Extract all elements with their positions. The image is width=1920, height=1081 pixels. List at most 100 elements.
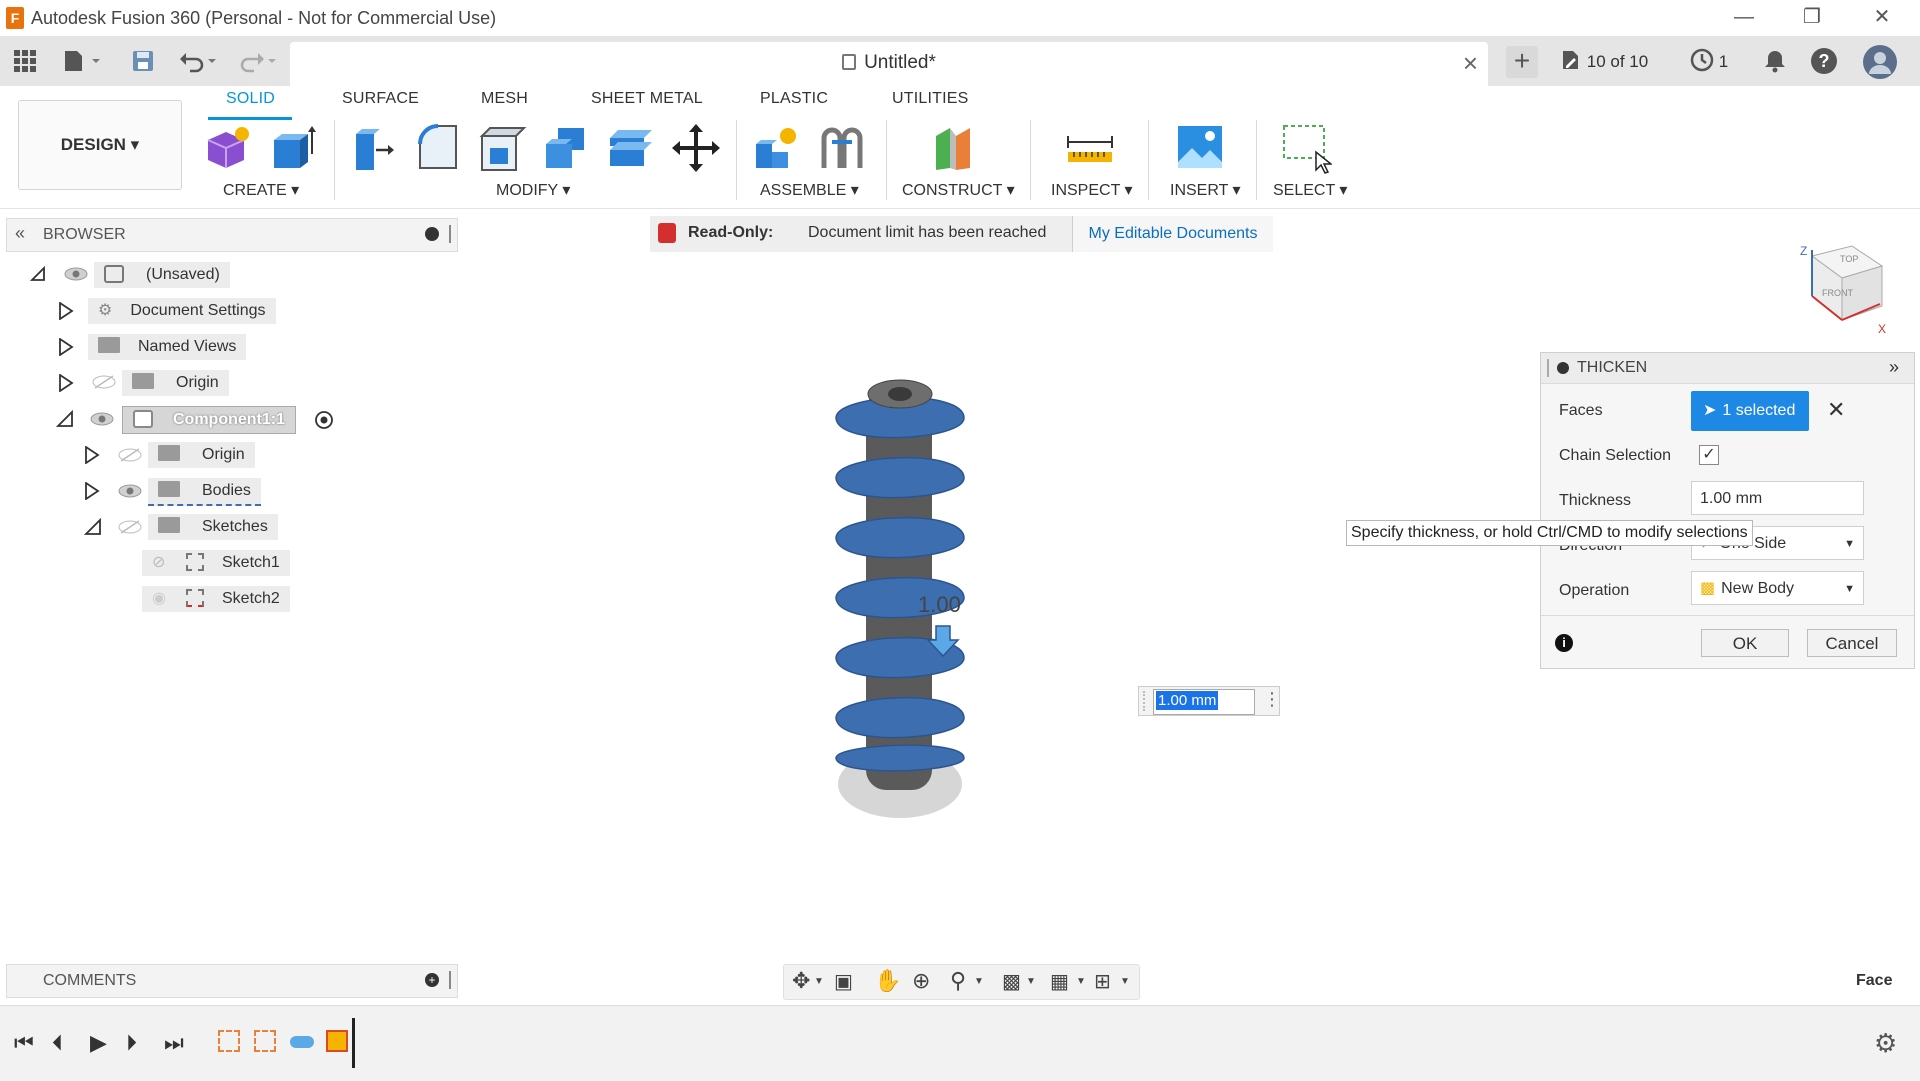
play-icon[interactable]: ▶ bbox=[90, 1030, 107, 1056]
joint-icon[interactable] bbox=[816, 122, 868, 174]
save-icon[interactable] bbox=[128, 46, 158, 76]
display-settings-icon[interactable]: ▩ bbox=[1002, 969, 1021, 994]
expand-triangle-icon[interactable] bbox=[58, 374, 74, 392]
expand-dialog-icon[interactable]: » bbox=[1889, 357, 1899, 378]
fillet-icon[interactable] bbox=[412, 122, 464, 174]
inspect-menu[interactable]: INSPECT ▾ bbox=[1051, 180, 1133, 200]
thickness-input[interactable]: 1.00 mm bbox=[1691, 481, 1864, 515]
document-tab[interactable]: Untitled* × bbox=[290, 42, 1488, 86]
bell-icon[interactable] bbox=[1762, 48, 1788, 79]
view-cube[interactable]: TOP FRONT Z X bbox=[1792, 236, 1892, 336]
expand-triangle-icon[interactable] bbox=[58, 302, 74, 320]
fit-dropdown-icon[interactable]: ▼ bbox=[974, 976, 984, 987]
restore-button[interactable]: ❐ bbox=[1782, 0, 1842, 36]
display-dropdown-icon[interactable]: ▼ bbox=[1026, 976, 1036, 987]
browser-origin[interactable]: Origin bbox=[122, 370, 229, 396]
help-icon[interactable]: ? bbox=[1810, 47, 1838, 80]
faces-selection-button[interactable]: ➤ 1 selected bbox=[1691, 391, 1809, 431]
insert-image-icon[interactable] bbox=[1174, 122, 1226, 174]
comments-pin-icon[interactable] bbox=[449, 971, 451, 989]
go-to-start-icon[interactable]: ⏮ bbox=[14, 1030, 34, 1056]
dialog-collapse-icon[interactable] bbox=[1557, 362, 1569, 374]
operation-dropdown[interactable]: ▩ New Body ▼ bbox=[1691, 571, 1864, 605]
undo-icon[interactable] bbox=[176, 46, 220, 76]
combine-icon[interactable] bbox=[540, 122, 592, 174]
collapse-triangle-icon[interactable] bbox=[30, 266, 46, 282]
user-avatar[interactable] bbox=[1862, 44, 1898, 85]
browser-root[interactable]: (Unsaved) bbox=[94, 262, 230, 288]
document-count[interactable]: 10 of 10 bbox=[1560, 48, 1648, 76]
timeline-sketch2-icon[interactable] bbox=[254, 1030, 276, 1052]
tab-plastic[interactable]: PLASTIC bbox=[760, 90, 828, 114]
activate-component-icon[interactable] bbox=[314, 410, 334, 430]
eye-hidden-icon[interactable] bbox=[92, 374, 116, 390]
move-icon[interactable] bbox=[670, 122, 722, 174]
orbit-icon[interactable]: ✥ bbox=[792, 968, 810, 994]
minimize-button[interactable]: — bbox=[1714, 0, 1774, 36]
close-tab-icon[interactable]: × bbox=[1463, 48, 1478, 79]
cancel-button[interactable]: Cancel bbox=[1807, 629, 1897, 657]
tab-mesh[interactable]: MESH bbox=[481, 90, 528, 114]
browser-named-views[interactable]: Named Views bbox=[88, 334, 247, 360]
extrude-icon[interactable] bbox=[266, 122, 318, 174]
new-component-assemble-icon[interactable] bbox=[750, 122, 802, 174]
collapse-triangle-icon[interactable] bbox=[84, 518, 102, 536]
redo-icon[interactable] bbox=[236, 46, 280, 76]
close-window-button[interactable]: ✕ bbox=[1852, 0, 1912, 36]
offset-plane-icon[interactable] bbox=[930, 122, 982, 174]
chain-selection-checkbox[interactable]: ✓ bbox=[1699, 445, 1719, 465]
select-icon[interactable] bbox=[1280, 122, 1334, 174]
press-pull-icon[interactable] bbox=[348, 122, 400, 174]
eye-icon[interactable] bbox=[90, 411, 114, 427]
clear-selection-icon[interactable]: ✕ bbox=[1827, 397, 1845, 423]
expand-triangle-icon[interactable] bbox=[58, 338, 74, 356]
job-status[interactable]: 1 bbox=[1690, 48, 1728, 76]
eye-hidden-icon[interactable] bbox=[118, 519, 142, 535]
eye-hidden-icon[interactable] bbox=[118, 447, 142, 463]
ok-button[interactable]: OK bbox=[1701, 629, 1789, 657]
modify-menu[interactable]: MODIFY ▾ bbox=[496, 180, 570, 200]
collapse-browser-icon[interactable]: « bbox=[15, 223, 25, 244]
create-menu[interactable]: CREATE ▾ bbox=[223, 180, 299, 200]
viewports-icon[interactable]: ⊞ bbox=[1094, 969, 1111, 994]
grid-dropdown-icon[interactable]: ▼ bbox=[1076, 976, 1086, 987]
grid-settings-icon[interactable]: ▦ bbox=[1050, 969, 1069, 994]
step-forward-icon[interactable]: ⏵ bbox=[126, 1030, 137, 1056]
browser-minimize-icon[interactable] bbox=[425, 227, 439, 241]
browser-sketch2[interactable]: ◉ Sketch2 bbox=[142, 586, 290, 612]
browser-sketch1[interactable]: ⊘ Sketch1 bbox=[142, 550, 290, 576]
fit-icon[interactable]: ⚲ bbox=[950, 968, 966, 994]
my-editable-documents-link[interactable]: My Editable Documents bbox=[1072, 216, 1273, 252]
go-to-end-icon[interactable]: ⏭ bbox=[164, 1030, 184, 1056]
look-at-icon[interactable]: ▣ bbox=[834, 969, 853, 994]
orbit-dropdown-icon[interactable]: ▼ bbox=[814, 976, 824, 987]
viewports-dropdown-icon[interactable]: ▼ bbox=[1120, 976, 1130, 987]
browser-component[interactable]: Component1:1 bbox=[122, 406, 296, 434]
browser-bodies[interactable]: Bodies bbox=[148, 478, 261, 506]
timeline-settings-gear-icon[interactable]: ⚙ bbox=[1874, 1028, 1897, 1059]
grid-icon[interactable] bbox=[10, 46, 40, 76]
assemble-menu[interactable]: ASSEMBLE ▾ bbox=[760, 180, 859, 200]
offset-face-icon[interactable] bbox=[604, 122, 656, 174]
pan-icon[interactable]: ✋ bbox=[874, 968, 901, 994]
canvas-thickness-input[interactable]: 1.00 mm bbox=[1153, 689, 1255, 715]
tab-solid[interactable]: SOLID bbox=[226, 90, 275, 114]
insert-menu[interactable]: INSERT ▾ bbox=[1170, 180, 1241, 200]
more-options-icon[interactable]: ⋮ bbox=[1263, 689, 1281, 710]
expand-triangle-icon[interactable] bbox=[84, 482, 100, 500]
tab-surface[interactable]: SURFACE bbox=[342, 90, 419, 114]
expand-triangle-icon[interactable] bbox=[84, 446, 100, 464]
browser-component-origin[interactable]: Origin bbox=[148, 442, 255, 468]
timeline-sketch1-icon[interactable] bbox=[218, 1030, 240, 1052]
tab-utilities[interactable]: UTILITIES bbox=[892, 90, 968, 114]
drag-handle-icon[interactable] bbox=[1143, 691, 1149, 711]
eye-icon[interactable] bbox=[118, 483, 142, 499]
timeline-thicken-icon[interactable] bbox=[326, 1030, 348, 1052]
info-icon[interactable]: i bbox=[1555, 634, 1573, 652]
thickness-drag-arrow-icon[interactable] bbox=[926, 624, 960, 663]
construct-menu[interactable]: CONSTRUCT ▾ bbox=[902, 180, 1015, 200]
browser-sketches[interactable]: Sketches bbox=[148, 514, 278, 540]
dialog-drag-handle-icon[interactable] bbox=[1547, 359, 1549, 377]
timeline-marker[interactable] bbox=[352, 1018, 355, 1068]
add-comment-icon[interactable]: + bbox=[425, 973, 439, 987]
